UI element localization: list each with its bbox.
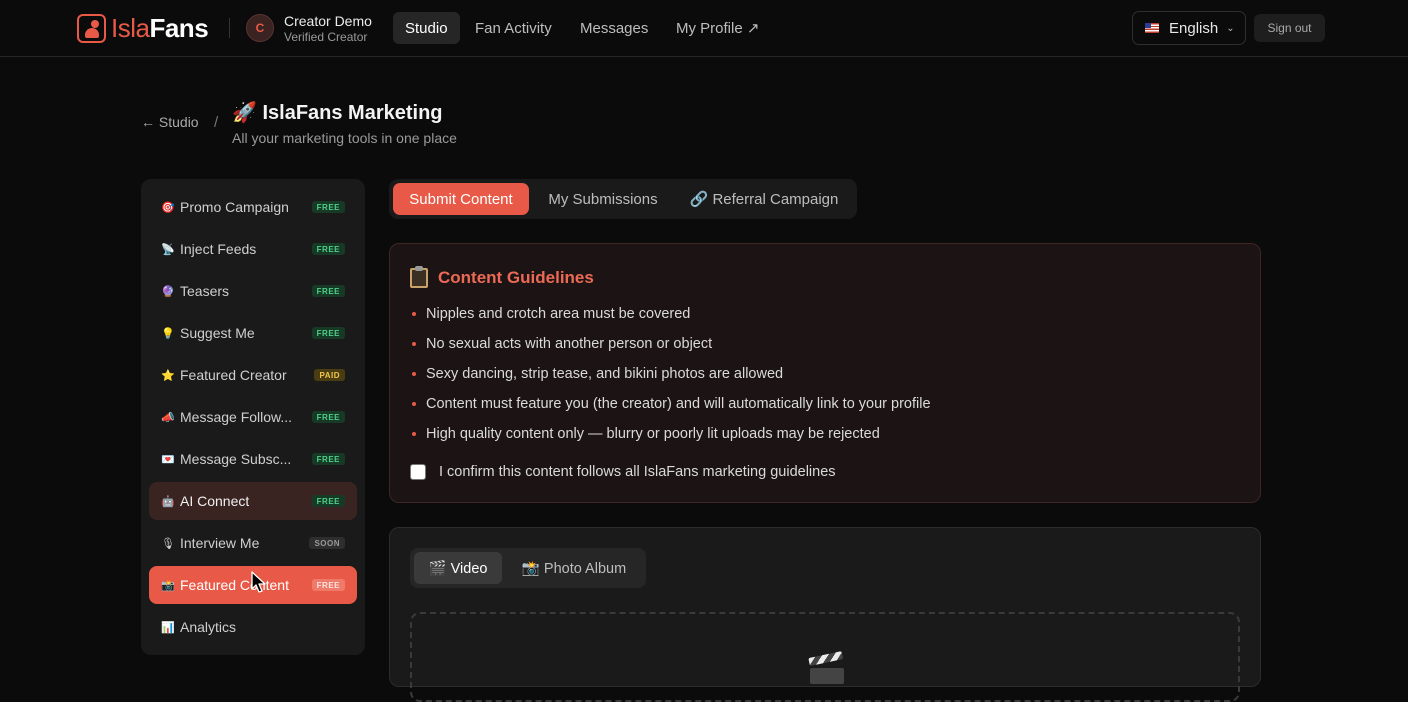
sidebar-item-teasers[interactable]: 🔮 Teasers FREE (149, 272, 357, 310)
header-divider (229, 18, 230, 38)
language-label: English (1169, 19, 1219, 37)
sidebar-item-featured-creator[interactable]: ⭐ Featured Creator PAID (149, 356, 357, 394)
sidebar-item-label: Message Subsc... (180, 451, 292, 467)
breadcrumb-separator: / (214, 114, 219, 131)
bullet-icon (412, 432, 416, 436)
clapperboard-icon (808, 651, 844, 684)
free-badge: FREE (311, 327, 345, 339)
guidelines-heading: Content Guidelines (410, 266, 594, 288)
language-select[interactable]: English ⌄ (1132, 11, 1246, 45)
sidebar-item-label: Featured Creator (180, 367, 287, 383)
guideline-item: Sexy dancing, strip tease, and bikini ph… (412, 366, 783, 382)
islafans-logo[interactable]: IslaFans (77, 12, 209, 43)
microphone-icon: 🎙 (161, 537, 175, 550)
sidebar-item-label: Teasers (180, 283, 230, 299)
sidebar-item-promo-campaign[interactable]: 🎯 Promo Campaign FREE (149, 188, 357, 226)
sidebar-item-label: Message Follow... (180, 409, 293, 425)
confirm-checkbox[interactable] (410, 464, 426, 480)
sidebar-item-message-subscribers[interactable]: 💌 Message Subsc... FREE (149, 440, 357, 478)
chevron-down-icon: ⌄ (1226, 22, 1235, 34)
video-dropzone[interactable] (410, 612, 1240, 702)
sidebar-item-label: Promo Campaign (180, 199, 289, 215)
soon-badge: SOON (309, 537, 345, 549)
free-badge: FREE (311, 201, 345, 213)
us-flag-icon (1145, 23, 1159, 33)
camera-flash-icon: 📸 (161, 579, 175, 592)
sidebar-item-suggest-me[interactable]: 💡 Suggest Me FREE (149, 314, 357, 352)
sidebar-item-message-followers[interactable]: 📣 Message Follow... FREE (149, 398, 357, 436)
guideline-item: Nipples and crotch area must be covered (412, 306, 690, 322)
top-bar: IslaFans C Creator Demo Verified Creator… (0, 0, 1408, 57)
megaphone-icon: 📣 (161, 411, 175, 424)
bar-chart-icon: 📊 (161, 621, 175, 634)
logo-wordmark: IslaFans (111, 12, 209, 43)
guideline-item: High quality content only — blurry or po… (412, 426, 880, 442)
crystal-ball-icon: 🔮 (161, 285, 175, 298)
free-badge: FREE (311, 411, 345, 423)
tab-photo-album[interactable]: 📸 Photo Album (508, 552, 640, 584)
free-badge: FREE (311, 285, 345, 297)
avatar[interactable]: C (246, 14, 274, 42)
bullet-icon (412, 372, 416, 376)
bullet-icon (412, 402, 416, 406)
page-subtitle: All your marketing tools in one place (232, 130, 457, 146)
upload-panel: 🎬 Video 📸 Photo Album (389, 527, 1261, 702)
creator-name: Creator Demo (284, 13, 372, 29)
logo-icon (77, 13, 106, 43)
page-title: 🚀 IslaFans Marketing (232, 102, 443, 124)
sidebar-item-label: Interview Me (180, 535, 260, 551)
sidebar-item-label: AI Connect (180, 493, 250, 509)
sidebar-item-label: Inject Feeds (180, 241, 257, 257)
confirm-label[interactable]: I confirm this content follows all IslaF… (439, 464, 836, 480)
robot-icon: 🤖 (161, 495, 175, 508)
tab-my-submissions[interactable]: My Submissions (535, 183, 671, 215)
marketing-tabs: Submit Content My Submissions 🔗 Referral… (389, 179, 857, 219)
clipboard-icon (410, 266, 428, 288)
tab-referral-campaign[interactable]: 🔗 Referral Campaign (679, 183, 849, 215)
sidebar-item-label: Suggest Me (180, 325, 255, 341)
tab-video[interactable]: 🎬 Video (414, 552, 502, 584)
content-guidelines-panel: Content Guidelines Nipples and crotch ar… (389, 243, 1261, 503)
sign-out-button[interactable]: Sign out (1254, 14, 1325, 42)
free-badge: FREE (311, 453, 345, 465)
free-badge: FREE (311, 243, 345, 255)
guidelines-confirm[interactable]: I confirm this content follows all IslaF… (410, 464, 836, 480)
back-to-studio-link[interactable]: ← Studio (141, 114, 199, 130)
love-letter-icon: 💌 (161, 453, 175, 466)
star-icon: ⭐ (161, 369, 175, 382)
sidebar-item-ai-connect[interactable]: 🤖 AI Connect FREE (149, 482, 357, 520)
sidebar-item-analytics[interactable]: 📊 Analytics (149, 608, 357, 646)
nav-fan-activity[interactable]: Fan Activity (463, 12, 564, 44)
guideline-item: No sexual acts with another person or ob… (412, 336, 712, 352)
bullet-icon (412, 312, 416, 316)
paid-badge: PAID (314, 369, 345, 381)
bullet-icon (412, 342, 416, 346)
sidebar-item-interview-me[interactable]: 🎙 Interview Me SOON (149, 524, 357, 562)
nav-studio[interactable]: Studio (393, 12, 460, 44)
nav-my-profile[interactable]: My Profile ↗ (664, 12, 771, 44)
media-type-tabs: 🎬 Video 📸 Photo Album (410, 548, 646, 588)
guideline-item: Content must feature you (the creator) a… (412, 396, 931, 412)
free-badge: FREE (311, 495, 345, 507)
free-badge: FREE (311, 579, 345, 591)
nav-messages[interactable]: Messages (568, 12, 660, 44)
satellite-icon: 📡 (161, 243, 175, 256)
sidebar-item-label: Analytics (180, 619, 237, 635)
target-icon: 🎯 (161, 201, 175, 214)
tab-submit-content[interactable]: Submit Content (393, 183, 529, 215)
lightbulb-icon: 💡 (161, 327, 175, 340)
sidebar-item-label: Featured Content (180, 577, 289, 593)
mouse-cursor-icon (251, 571, 266, 593)
sidebar-item-inject-feeds[interactable]: 📡 Inject Feeds FREE (149, 230, 357, 268)
creator-status: Verified Creator (284, 30, 368, 44)
